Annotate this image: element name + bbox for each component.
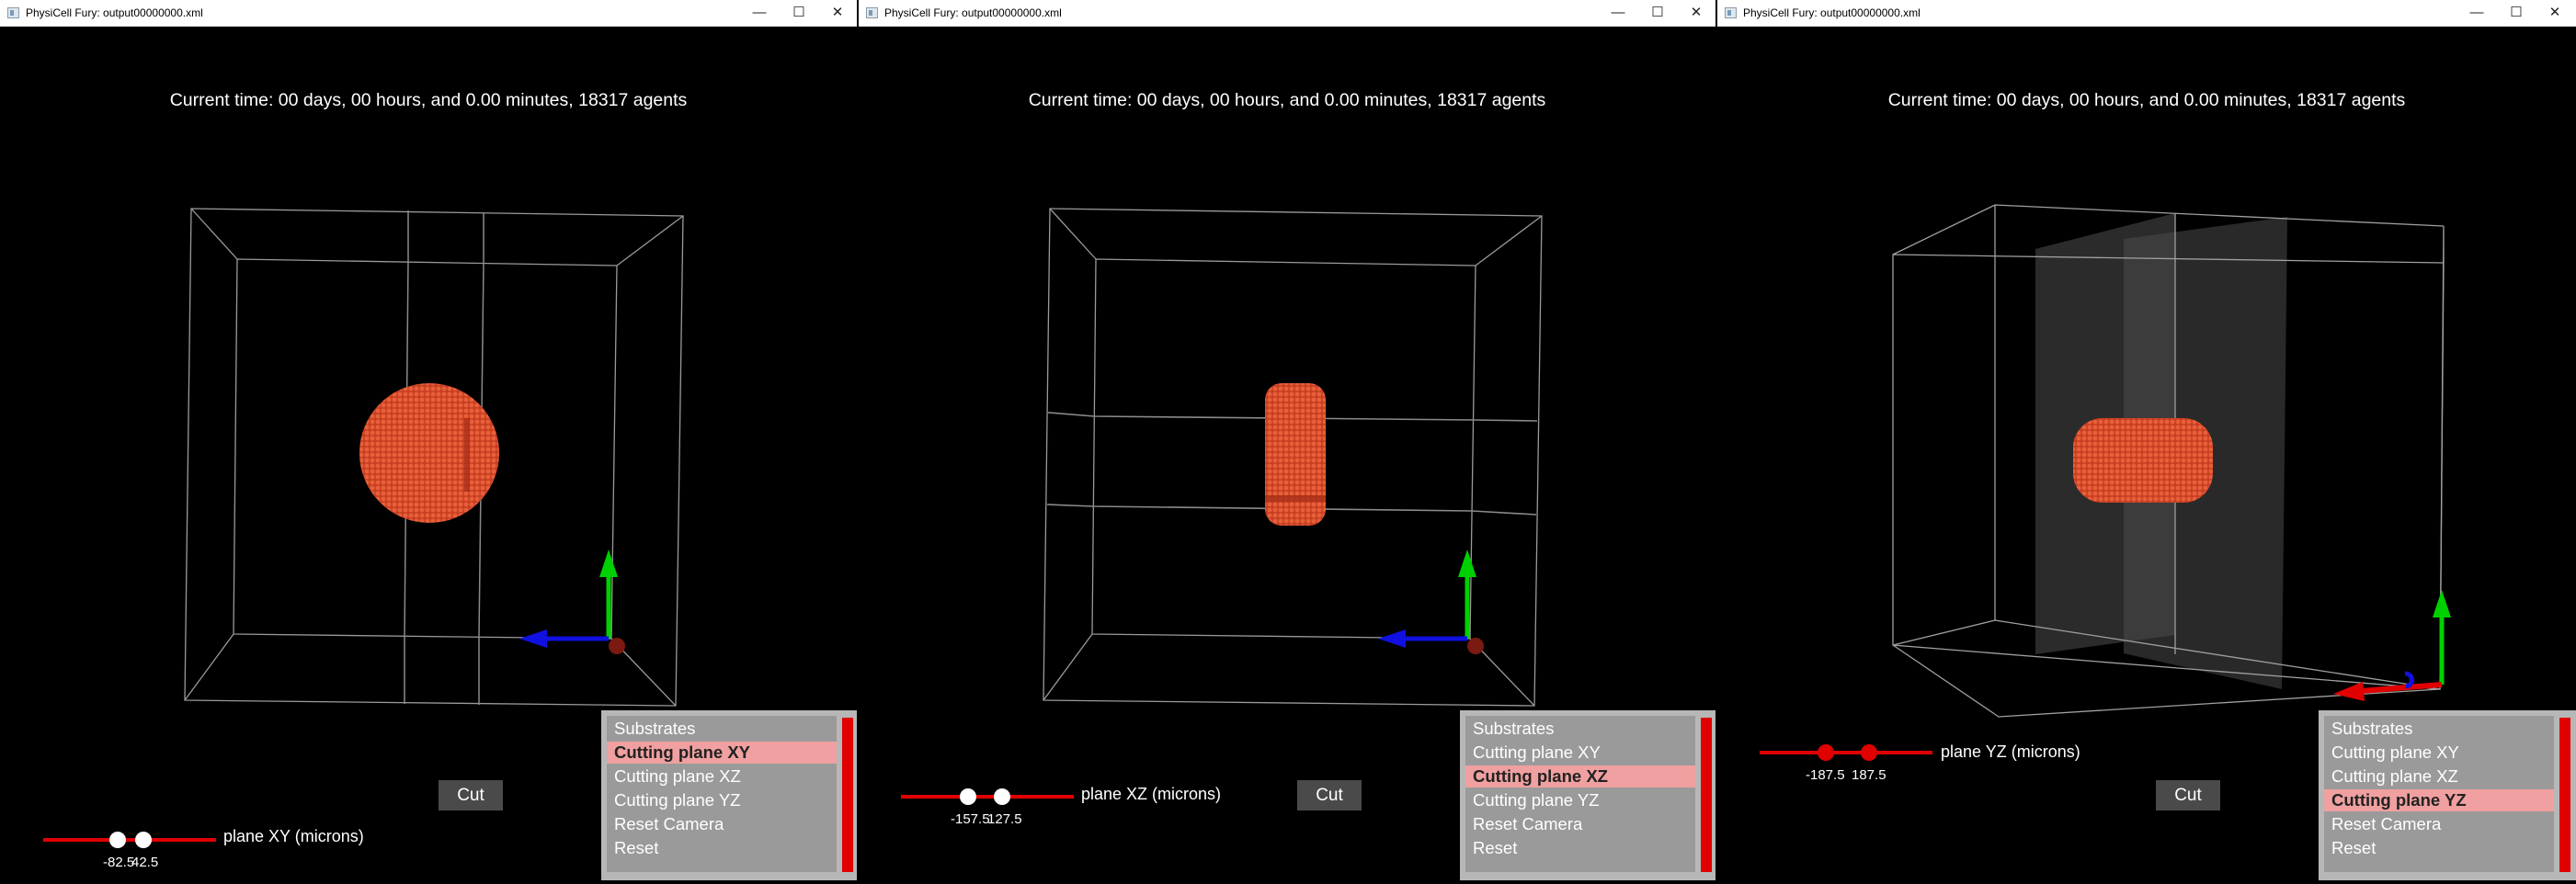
menu-item-reset-camera[interactable]: Reset Camera xyxy=(1465,813,1695,835)
slider-max-value: 187.5 xyxy=(1852,767,1886,783)
menu-item-reset[interactable]: Reset xyxy=(2324,837,2554,859)
menu-scrollbar[interactable] xyxy=(2559,718,2570,872)
cut-shadow xyxy=(464,418,470,492)
slider-min-value: -187.5 xyxy=(1806,767,1845,783)
slider-max-value: 42.5 xyxy=(131,855,159,870)
menu-item-reset[interactable]: Reset xyxy=(1465,837,1695,859)
slider-track[interactable] xyxy=(1760,751,1932,754)
window-yz: PhysiCell Fury: output00000000.xml — ☐ ✕ xyxy=(1717,0,2576,884)
menu-scrollbar[interactable] xyxy=(1701,718,1712,872)
minimize-icon[interactable]: — xyxy=(741,0,778,26)
menu-item-reset[interactable]: Reset xyxy=(607,837,837,859)
maximize-icon[interactable]: ☐ xyxy=(781,0,817,26)
options-menu: Substrates Cutting plane XY Cutting plan… xyxy=(601,710,857,880)
time-display: Current time: 00 days, 00 hours, and 0.0… xyxy=(1028,90,1546,110)
menu-list: Substrates Cutting plane XY Cutting plan… xyxy=(1465,716,1695,872)
close-icon[interactable]: ✕ xyxy=(1678,0,1715,26)
menu-item-cutting-plane-yz[interactable]: Cutting plane YZ xyxy=(1465,789,1695,811)
plane-label: plane XY (microns) xyxy=(223,827,364,845)
menu-item-substrates[interactable]: Substrates xyxy=(607,718,837,740)
options-menu: Substrates Cutting plane XY Cutting plan… xyxy=(1460,710,1715,880)
slider-min-handle[interactable] xyxy=(109,832,126,848)
slider-track[interactable] xyxy=(43,838,216,842)
slider-min-handle[interactable] xyxy=(960,788,976,805)
title-bar[interactable]: PhysiCell Fury: output00000000.xml — ☐ ✕ xyxy=(1717,0,2576,27)
app-icon xyxy=(7,7,19,18)
window-title: PhysiCell Fury: output00000000.xml xyxy=(884,6,1062,19)
tumor-spheroid xyxy=(359,383,499,523)
menu-item-cutting-plane-xy[interactable]: Cutting plane XY xyxy=(2324,742,2554,764)
cut-shadow xyxy=(1265,495,1326,502)
app-icon xyxy=(1725,7,1737,18)
maximize-icon[interactable]: ☐ xyxy=(2498,0,2535,26)
title-bar[interactable]: PhysiCell Fury: output00000000.xml — ☐ ✕ xyxy=(859,0,1715,27)
slider-track[interactable] xyxy=(901,795,1074,799)
options-menu: Substrates Cutting plane XY Cutting plan… xyxy=(2319,710,2576,880)
slider-min-value: -157.5 xyxy=(951,811,990,827)
cut-button[interactable]: Cut xyxy=(439,780,503,810)
slider-max-handle[interactable] xyxy=(135,832,152,848)
window-xz: PhysiCell Fury: output00000000.xml — ☐ ✕ xyxy=(859,0,1715,884)
menu-item-reset-camera[interactable]: Reset Camera xyxy=(607,813,837,835)
orientation-axes xyxy=(1378,550,1484,654)
tumor-slab xyxy=(1265,383,1326,526)
menu-scrollbar[interactable] xyxy=(842,718,853,872)
menu-item-cutting-plane-xz[interactable]: Cutting plane XZ xyxy=(607,765,837,788)
plane-label: plane XZ (microns) xyxy=(1081,785,1222,803)
menu-item-cutting-plane-yz[interactable]: Cutting plane YZ xyxy=(607,789,837,811)
menu-item-reset-camera[interactable]: Reset Camera xyxy=(2324,813,2554,835)
maximize-icon[interactable]: ☐ xyxy=(1639,0,1676,26)
time-display: Current time: 00 days, 00 hours, and 0.0… xyxy=(169,90,688,110)
app-icon xyxy=(866,7,878,18)
plane-range-slider[interactable]: -157.5 127.5 xyxy=(901,786,1076,827)
slider-max-value: 127.5 xyxy=(987,811,1022,827)
menu-list: Substrates Cutting plane XY Cutting plan… xyxy=(607,716,837,872)
slider-max-handle[interactable] xyxy=(1861,744,1877,761)
title-bar[interactable]: PhysiCell Fury: output00000000.xml — ☐ ✕ xyxy=(0,0,857,27)
time-display: Current time: 00 days, 00 hours, and 0.0… xyxy=(1887,90,2406,110)
menu-item-cutting-plane-xy[interactable]: Cutting plane XY xyxy=(607,742,837,764)
tumor-slab xyxy=(2073,418,2213,503)
3d-viewport[interactable]: Current time: 00 days, 00 hours, and 0.0… xyxy=(1717,27,2576,884)
3d-viewport[interactable]: Current time: 00 days, 00 hours, and 0.0… xyxy=(859,27,1715,884)
slider-min-value: -82.5 xyxy=(103,855,135,870)
minimize-icon[interactable]: — xyxy=(1600,0,1636,26)
menu-item-substrates[interactable]: Substrates xyxy=(2324,718,2554,740)
window-title: PhysiCell Fury: output00000000.xml xyxy=(1743,6,1921,19)
menu-item-cutting-plane-xy[interactable]: Cutting plane XY xyxy=(1465,742,1695,764)
plane-label: plane YZ (microns) xyxy=(1941,742,2080,761)
slider-min-handle[interactable] xyxy=(1818,744,1834,761)
plane-range-slider[interactable]: -82.5 42.5 xyxy=(43,829,218,870)
close-icon[interactable]: ✕ xyxy=(819,0,856,26)
menu-item-substrates[interactable]: Substrates xyxy=(1465,718,1695,740)
menu-list: Substrates Cutting plane XY Cutting plan… xyxy=(2324,716,2554,872)
minimize-icon[interactable]: — xyxy=(2458,0,2495,26)
orientation-axes xyxy=(2333,590,2451,701)
window-title: PhysiCell Fury: output00000000.xml xyxy=(26,6,203,19)
slider-max-handle[interactable] xyxy=(994,788,1010,805)
close-icon[interactable]: ✕ xyxy=(2536,0,2573,26)
menu-item-cutting-plane-xz[interactable]: Cutting plane XZ xyxy=(1465,765,1695,788)
3d-viewport[interactable]: Current time: 00 days, 00 hours, and 0.0… xyxy=(0,27,857,884)
plane-range-slider[interactable]: -187.5 187.5 xyxy=(1760,742,1934,783)
cut-button[interactable]: Cut xyxy=(2156,780,2220,810)
window-xy: PhysiCell Fury: output00000000.xml — ☐ ✕ xyxy=(0,0,857,884)
cut-button[interactable]: Cut xyxy=(1297,780,1362,810)
orientation-axes xyxy=(519,550,625,654)
menu-item-cutting-plane-xz[interactable]: Cutting plane XZ xyxy=(2324,765,2554,788)
menu-item-cutting-plane-yz[interactable]: Cutting plane YZ xyxy=(2324,789,2554,811)
